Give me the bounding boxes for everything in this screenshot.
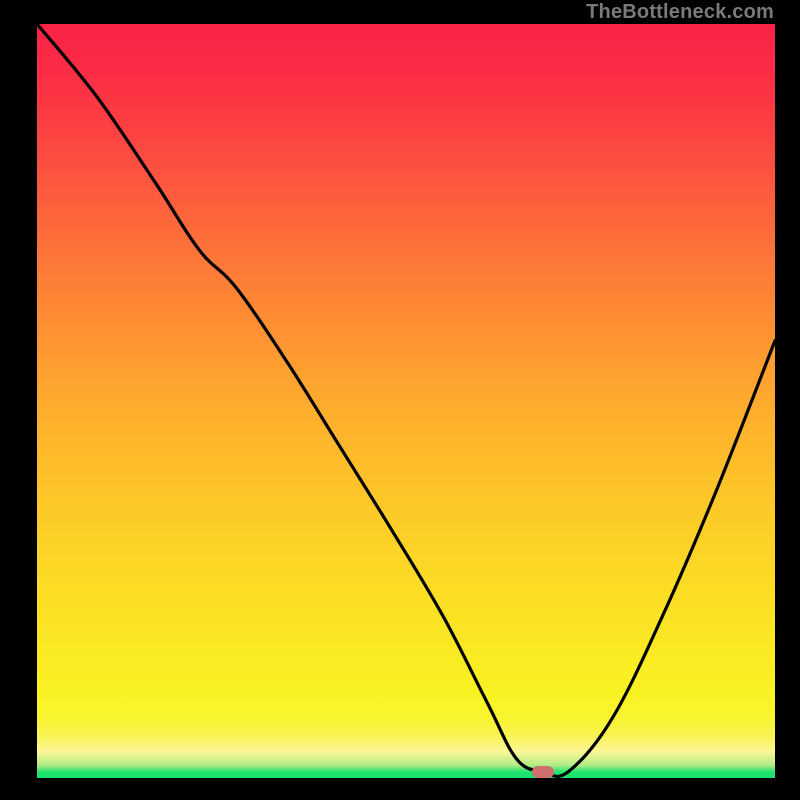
watermark-text: TheBottleneck.com bbox=[586, 1, 774, 24]
chart-frame: TheBottleneck.com bbox=[0, 0, 800, 800]
plot-area bbox=[37, 24, 775, 778]
optimal-marker bbox=[532, 766, 554, 778]
bottleneck-curve bbox=[37, 24, 775, 778]
